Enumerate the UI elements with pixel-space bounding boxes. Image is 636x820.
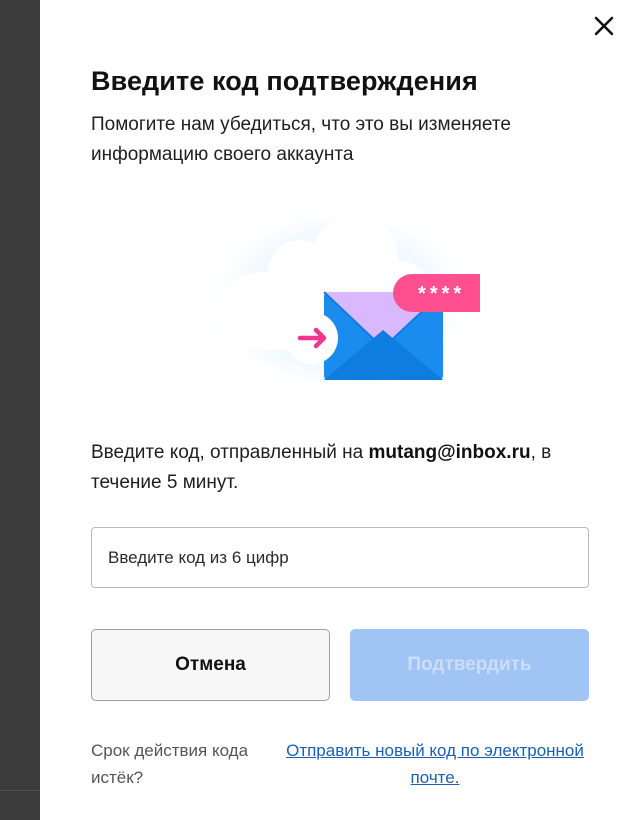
dialog-subtitle: Помогите нам убедиться, что это вы измен… [91, 114, 511, 165]
cancel-button[interactable]: Отмена [91, 629, 330, 701]
info-prefix: Введите код, отправленный на [91, 442, 369, 463]
code-expired-text: Срок действия кода истёк? [91, 741, 249, 787]
backdrop-divider [0, 790, 40, 791]
code-sent-info: Введите код, отправленный на mutang@inbo… [91, 438, 591, 498]
close-icon[interactable] [592, 14, 616, 38]
page-backdrop [0, 0, 40, 820]
verification-code-input[interactable] [91, 527, 589, 588]
password-badge-text: **** [418, 283, 466, 305]
verification-dialog: Введите код подтверждения Помогите нам у… [40, 0, 636, 820]
resend-code-link[interactable]: Отправить новый код по электронной почте… [275, 737, 595, 791]
envelope-illustration: **** [190, 180, 501, 400]
dialog-title: Введите код подтверждения [91, 66, 478, 96]
close-button[interactable] [592, 14, 616, 38]
email-address: mutang@inbox.ru [368, 442, 531, 463]
confirm-button[interactable]: Подтвердить [350, 629, 589, 701]
